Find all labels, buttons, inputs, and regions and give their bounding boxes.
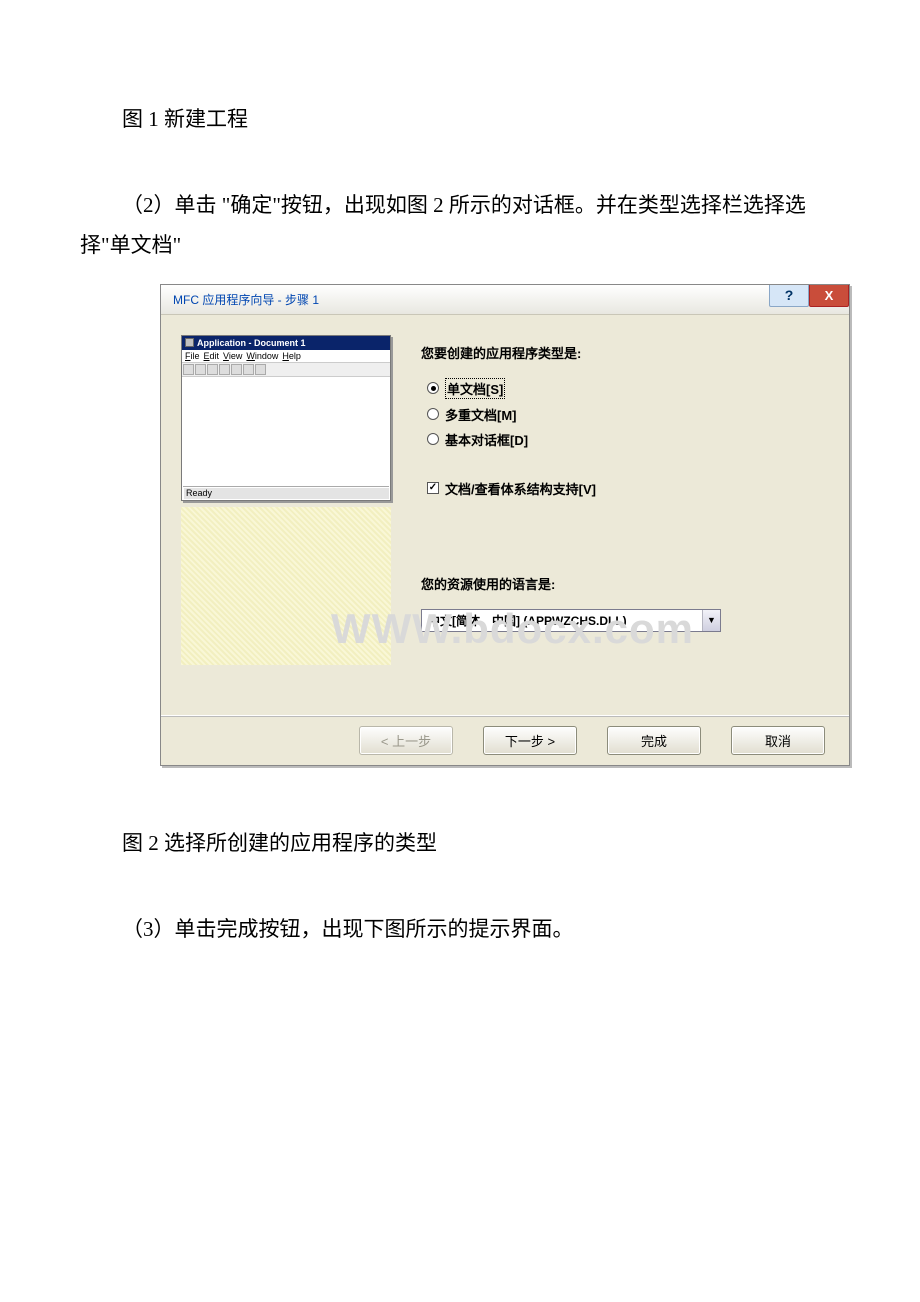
finish-button[interactable]: 完成 bbox=[607, 726, 701, 755]
preview-doc-toolbar bbox=[182, 363, 390, 377]
question-language: 您的资源使用的语言是: bbox=[421, 574, 819, 593]
caption-figure-1: 图 1 新建工程 bbox=[80, 100, 840, 140]
next-button[interactable]: 下一步 > bbox=[483, 726, 577, 755]
radio-multi-doc[interactable]: 多重文档[M] bbox=[427, 405, 819, 424]
checkbox-docview-label: 文档/查看体系结构支持[V] bbox=[445, 479, 596, 498]
language-select[interactable]: 中文[简体，中国] (APPWZCHS.DLL) ▼ bbox=[421, 609, 721, 632]
close-button[interactable]: X bbox=[809, 285, 849, 307]
preview-doc-canvas bbox=[182, 377, 390, 485]
help-button[interactable]: ? bbox=[769, 285, 809, 307]
checkbox-docview-support[interactable]: 文档/查看体系结构支持[V] bbox=[427, 479, 819, 498]
preview-sys-icon bbox=[185, 338, 194, 347]
radio-icon bbox=[427, 408, 439, 420]
question-app-type: 您要创建的应用程序类型是: bbox=[421, 343, 819, 362]
preview-yellow-panel bbox=[181, 507, 391, 665]
radio-icon bbox=[427, 382, 439, 394]
back-button[interactable]: < 上一步 bbox=[359, 726, 453, 755]
preview-doc-title: Application - Document 1 bbox=[182, 336, 390, 350]
radio-multi-doc-label: 多重文档[M] bbox=[445, 405, 517, 424]
mfc-wizard-dialog: MFC 应用程序向导 - 步骤 1 ? X Application - Docu… bbox=[160, 284, 850, 766]
checkbox-icon bbox=[427, 482, 439, 494]
radio-single-doc-label: 单文档[S] bbox=[445, 378, 505, 399]
preview-doc-title-text: Application - Document 1 bbox=[197, 338, 306, 348]
dialog-title: MFC 应用程序向导 - 步骤 1 bbox=[173, 291, 319, 308]
preview-doc-status: Ready bbox=[183, 486, 389, 499]
paragraph-step-2: （2）单击 "确定"按钮，出现如图 2 所示的对话框。并在类型选择栏选择选择"单… bbox=[80, 186, 840, 266]
paragraph-step-3: （3）单击完成按钮，出现下图所示的提示界面。 bbox=[80, 910, 840, 950]
radio-icon bbox=[427, 433, 439, 445]
radio-single-doc[interactable]: 单文档[S] bbox=[427, 378, 819, 399]
chevron-down-icon: ▼ bbox=[702, 610, 720, 631]
dialog-footer: < 上一步 下一步 > 完成 取消 bbox=[161, 715, 849, 765]
cancel-button[interactable]: 取消 bbox=[731, 726, 825, 755]
caption-figure-2: 图 2 选择所创建的应用程序的类型 bbox=[80, 824, 840, 864]
language-select-value: 中文[简体，中国] (APPWZCHS.DLL) bbox=[422, 610, 702, 631]
preview-doc-window: Application - Document 1 FileEditViewWin… bbox=[181, 335, 391, 501]
preview-doc-menu: FileEditViewWindowHelp bbox=[182, 350, 390, 363]
dialog-titlebar: MFC 应用程序向导 - 步骤 1 ? X bbox=[161, 285, 849, 315]
radio-dialog-based[interactable]: 基本对话框[D] bbox=[427, 430, 819, 449]
radio-dialog-based-label: 基本对话框[D] bbox=[445, 430, 528, 449]
options-column: 您要创建的应用程序类型是: 单文档[S] 多重文档[M] 基本对话框[D] 文档… bbox=[421, 335, 819, 665]
preview-column: Application - Document 1 FileEditViewWin… bbox=[181, 335, 391, 665]
